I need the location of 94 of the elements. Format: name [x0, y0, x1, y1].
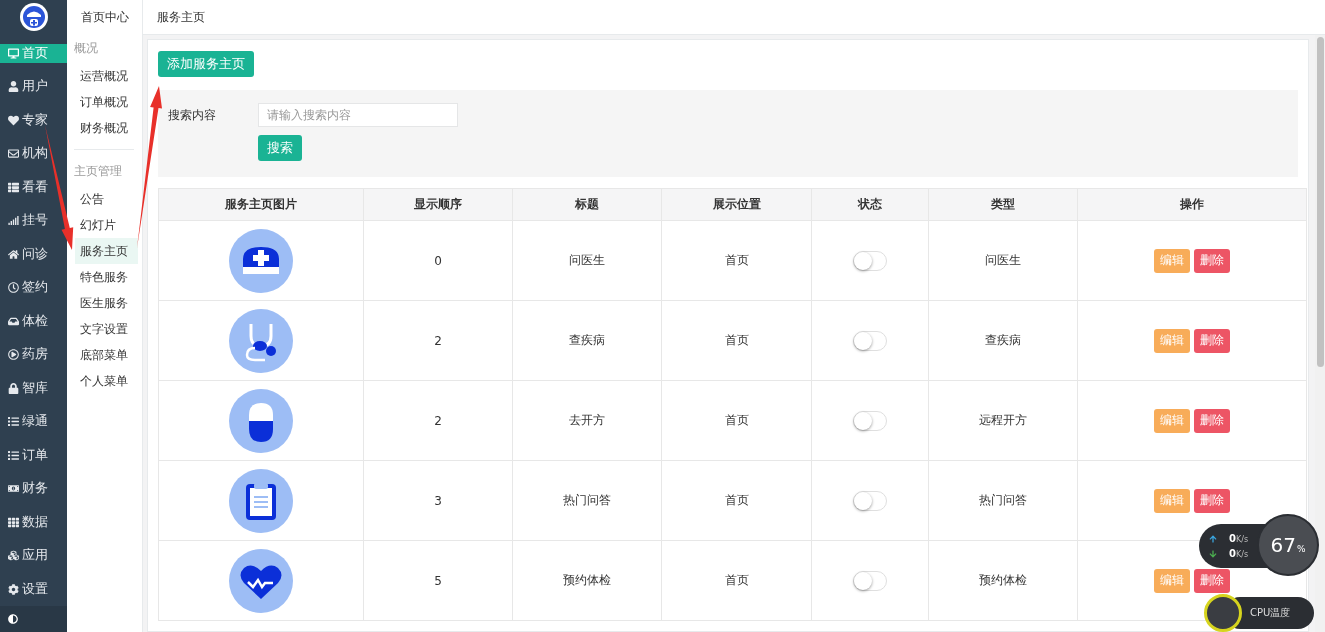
table-cell: 查疾病: [569, 333, 605, 347]
table-cell: 热门问答: [563, 493, 611, 507]
table-cell: 0: [434, 253, 442, 268]
sidebar-item[interactable]: 财务: [0, 479, 67, 499]
subnav-item[interactable]: 幻灯片: [75, 212, 138, 238]
subnav-item[interactable]: 特色服务: [75, 264, 138, 290]
upload-icon: [1209, 534, 1217, 543]
menu-icon: [8, 382, 19, 394]
menu-icon: [8, 349, 19, 361]
menu-icon: [8, 583, 19, 595]
search-label: 搜索内容: [168, 106, 216, 124]
sidebar-item[interactable]: 药房: [0, 345, 67, 365]
subnav-item[interactable]: 订单概况: [75, 89, 138, 115]
sidebar-item[interactable]: 挂号: [0, 211, 67, 231]
table-cell: 热门问答: [979, 493, 1027, 507]
menu-icon: [8, 449, 19, 461]
column-header: 展示位置: [661, 188, 812, 221]
subnav-item[interactable]: 底部菜单: [75, 342, 138, 368]
group-heading: 概况: [73, 40, 99, 57]
subnav-item[interactable]: 个人菜单: [75, 368, 138, 394]
service-icon: [229, 468, 293, 533]
menu-icon: [8, 81, 19, 93]
table-cell: 问医生: [985, 253, 1021, 267]
table-cell: 首页: [724, 333, 749, 347]
menu-icon: [8, 215, 19, 227]
column-header: 服务主页图片: [158, 188, 364, 221]
menu-icon: [8, 483, 19, 495]
column-header: 操作: [1077, 188, 1307, 221]
search-field[interactable]: 请输入搜索内容: [258, 103, 458, 127]
table-cell: 查疾病: [985, 333, 1021, 347]
menu-icon: [8, 550, 19, 562]
status-toggle[interactable]: [853, 250, 887, 271]
sidebar-item[interactable]: 体检: [0, 311, 67, 331]
table-cell: 3: [434, 493, 442, 508]
service-icon: [229, 388, 293, 453]
scrollbar-thumb[interactable]: [1316, 37, 1324, 367]
menu-icon: [8, 248, 19, 260]
table-cell: 首页: [724, 253, 749, 267]
sidebar-item[interactable]: 绿通: [0, 412, 67, 432]
menu-icon: [8, 181, 19, 193]
menu-icon: [8, 315, 19, 327]
download-speed: 0K/s: [1229, 548, 1249, 559]
table-cell: 5: [434, 573, 442, 588]
theme-toggle-icon[interactable]: [8, 614, 18, 624]
status-toggle[interactable]: [853, 490, 887, 511]
sidebar-item[interactable]: 应用: [0, 546, 67, 566]
service-icon: [229, 548, 293, 613]
column-header: 标题: [512, 188, 662, 221]
table-cell: 预约体检: [979, 573, 1027, 587]
sidebar-item[interactable]: 看看: [0, 177, 67, 197]
status-toggle[interactable]: [853, 330, 887, 351]
sidebar-item[interactable]: 问诊: [0, 244, 67, 264]
table-cell: 2: [434, 413, 442, 428]
subnav-item[interactable]: 医生服务: [75, 290, 138, 316]
sidebar-item[interactable]: 专家: [0, 110, 67, 130]
column-header: 类型: [928, 188, 1078, 221]
table-cell: 首页: [724, 413, 749, 427]
menu-icon: [8, 114, 19, 126]
table-cell: 问医生: [569, 253, 605, 267]
column-header: 状态: [811, 188, 929, 221]
table-cell: 去开方: [569, 413, 605, 427]
sidebar-item[interactable]: 订单: [0, 445, 67, 465]
menu-icon: [8, 516, 19, 528]
subnav-item[interactable]: 服务主页: [75, 238, 138, 264]
status-toggle[interactable]: [853, 410, 887, 431]
menu-icon: [8, 47, 19, 59]
download-icon: [1209, 549, 1217, 558]
subnav-item[interactable]: 运营概况: [75, 63, 138, 89]
sidebar-item[interactable]: 数据: [0, 512, 67, 532]
group-heading: 主页管理: [73, 163, 123, 180]
table-cell: 远程开方: [979, 413, 1027, 427]
table-cell: 2: [434, 333, 442, 348]
service-icon: [229, 308, 293, 373]
subnav-item[interactable]: 文字设置: [75, 316, 138, 342]
sidebar-item[interactable]: 签约: [0, 278, 67, 298]
breadcrumb: 服务主页: [157, 8, 205, 26]
subnav-item[interactable]: 财务概况: [75, 115, 138, 141]
sidebar-item[interactable]: 用户: [0, 77, 67, 97]
menu-icon: [8, 282, 19, 294]
section-title: 首页中心: [80, 9, 130, 26]
sidebar-item[interactable]: 机构: [0, 144, 67, 164]
menu-icon: [8, 416, 19, 428]
service-icon: [229, 228, 293, 293]
upload-speed: 0K/s: [1229, 533, 1249, 544]
sidebar-item[interactable]: 智库: [0, 378, 67, 398]
status-toggle[interactable]: [853, 570, 887, 591]
menu-icon: [8, 148, 19, 160]
table-cell: 预约体检: [563, 573, 611, 587]
subnav-item[interactable]: 公告: [75, 186, 138, 212]
table-cell: 首页: [724, 573, 749, 587]
table-cell: 首页: [724, 493, 749, 507]
sidebar-item[interactable]: 设置: [0, 579, 67, 599]
logo-icon: [18, 1, 49, 32]
column-header: 显示顺序: [363, 188, 513, 221]
